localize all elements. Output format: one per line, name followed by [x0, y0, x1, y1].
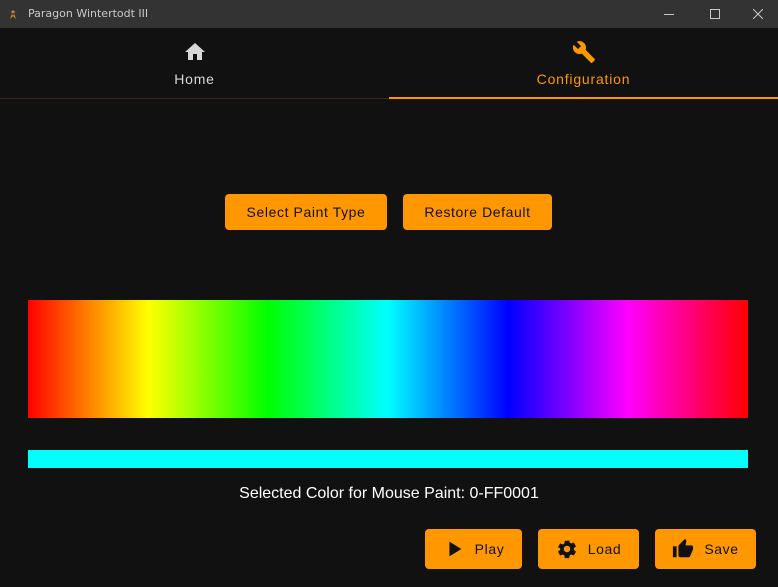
wrench-icon — [572, 40, 596, 64]
tab-configuration-label: Configuration — [536, 71, 631, 87]
restore-default-button[interactable]: Restore Default — [403, 194, 552, 230]
tab-divider — [0, 98, 389, 99]
save-button-label: Save — [704, 541, 739, 557]
close-icon — [753, 9, 763, 19]
app-window: Paragon Wintertodt III Home Configuratio… — [0, 0, 778, 587]
tab-home[interactable]: Home — [0, 28, 389, 100]
home-icon — [183, 40, 207, 64]
play-button[interactable]: Play — [425, 529, 522, 569]
app-logo-icon — [5, 6, 21, 22]
maximize-icon — [710, 9, 720, 19]
gear-icon — [556, 538, 578, 560]
selected-color-label: Selected Color for Mouse Paint: 0-FF0001 — [239, 485, 539, 502]
minimize-icon — [664, 14, 674, 15]
minimize-button[interactable] — [646, 0, 692, 28]
close-button[interactable] — [735, 0, 778, 28]
maximize-button[interactable] — [692, 0, 738, 28]
window-title: Paragon Wintertodt III — [28, 7, 149, 20]
play-button-label: Play — [474, 541, 505, 557]
save-button[interactable]: Save — [655, 529, 756, 569]
active-tab-indicator — [389, 97, 778, 99]
title-bar: Paragon Wintertodt III — [0, 0, 778, 28]
tab-bar: Home Configuration — [0, 28, 778, 100]
tab-home-label: Home — [174, 71, 215, 87]
load-button-label: Load — [587, 541, 622, 557]
tab-configuration[interactable]: Configuration — [389, 28, 778, 100]
play-icon — [443, 538, 465, 560]
load-button[interactable]: Load — [538, 529, 639, 569]
select-paint-type-button[interactable]: Select Paint Type — [225, 194, 387, 230]
thumbs-up-icon — [672, 538, 694, 560]
selected-color-swatch — [28, 450, 748, 468]
color-spectrum-picker[interactable] — [28, 300, 748, 418]
